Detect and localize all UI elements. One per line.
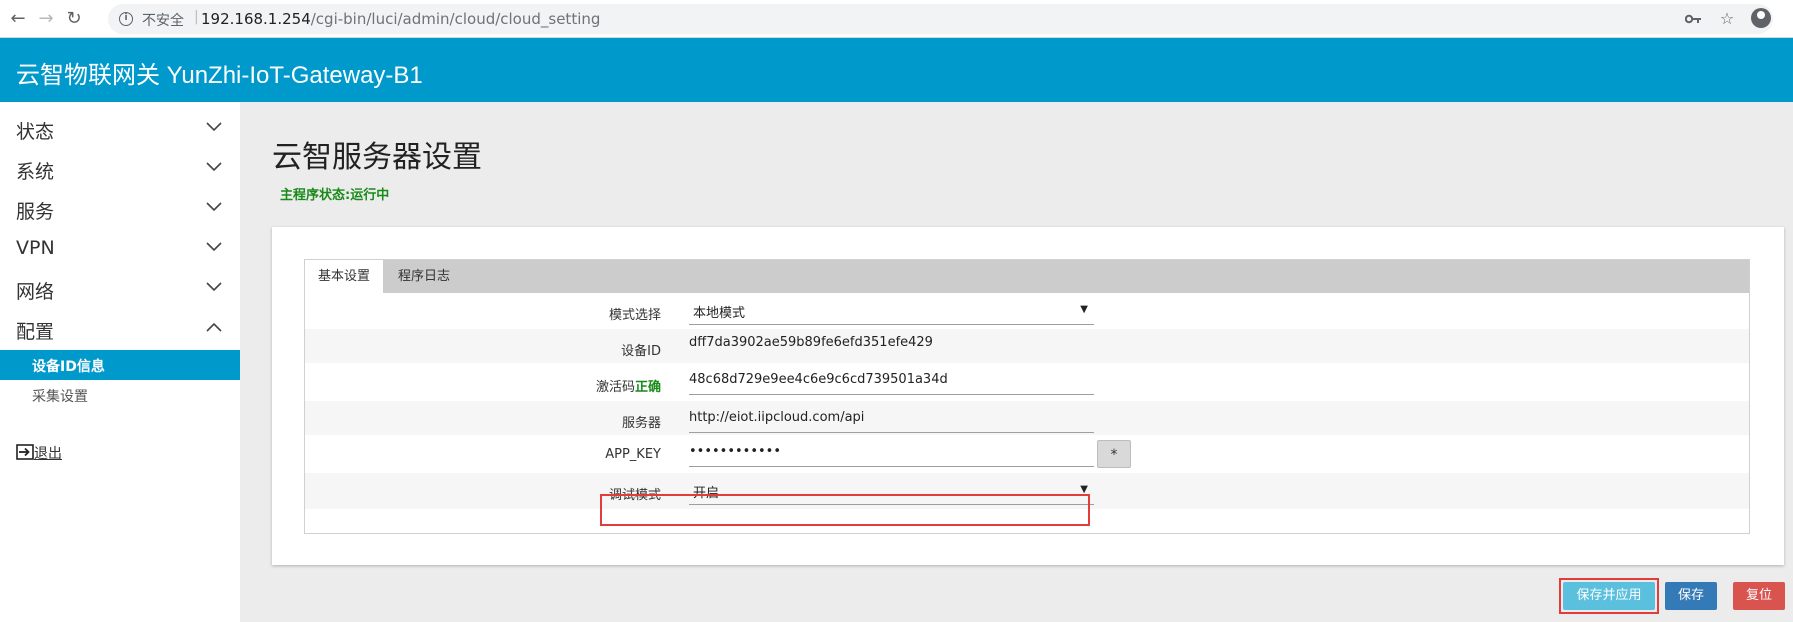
url-separator: | [194,9,199,25]
sidebar-subitem-device-id[interactable]: 设备ID信息 [0,350,240,380]
row-mode: 模式选择 本地模式 ▼ [305,293,1749,329]
sidebar-item-system[interactable]: 系统 [0,150,240,190]
url-text[interactable]: 192.168.1.254/cgi-bin/luci/admin/cloud/c… [201,10,600,28]
chevron-down-icon [206,242,222,252]
server-input-value: http://eiot.iipcloud.com/api [689,410,865,425]
logout-label: 退出 [34,446,62,462]
row-app-key: APP_KEY •••••••••••• * [305,435,1749,473]
chevron-down-icon [206,162,222,172]
star-icon[interactable]: ☆ [1716,8,1738,30]
server-input[interactable]: http://eiot.iipcloud.com/api [689,405,1094,433]
chevron-down-icon [206,202,222,212]
device-id-label: 设备ID [621,344,661,359]
row-device-id: 设备ID dff7da3902ae59b89fe6efd351efe429 [305,329,1749,363]
reload-icon[interactable]: ↻ [62,7,86,31]
account-icon[interactable] [1751,8,1771,28]
tab-basic-settings[interactable]: 基本设置 [305,260,384,293]
app-header: 云智物联网关 YunZhi-IoT-Gateway-B1 [0,38,1793,102]
tab-container: 基本设置 程序日志 模式选择 本地模式 ▼ 设备ID dff7da3902ae5… [304,259,1750,534]
insecure-label: 不安全 [142,13,184,29]
key-icon[interactable] [1682,8,1704,30]
info-icon[interactable]: i [119,12,133,26]
activation-status: 正确 [634,380,661,395]
sidebar-item-status[interactable]: 状态 [0,110,240,150]
chevron-down-icon [206,282,222,292]
sidebar: 状态 系统 服务 VPN 网络 配置 设备ID信息 采集设置 退出 [0,102,240,622]
sidebar-subitem-collect[interactable]: 采集设置 [0,380,240,410]
device-id-value: dff7da3902ae59b89fe6efd351efe429 [689,335,933,350]
chevron-up-icon [206,322,222,332]
row-activation: 激活码正确 48c68d729e9ee4c6e9c6cd739501a34d [305,363,1749,401]
key-icon-svg [1684,14,1701,24]
mode-select[interactable]: 本地模式 ▼ [689,297,1094,325]
mode-label: 模式选择 [608,308,661,323]
highlight-apply-button [1559,578,1659,614]
url-host: 192.168.1.254 [201,10,311,28]
app-key-input[interactable]: •••••••••••• [689,439,1094,467]
sidebar-item-label: 系统 [16,161,55,183]
sidebar-item-label: 配置 [16,321,55,343]
forward-icon[interactable]: → [34,7,58,31]
save-button[interactable]: 保存 [1665,582,1717,610]
program-status: 主程序状态:运行中 [280,188,390,203]
sidebar-item-config[interactable]: 配置 [0,310,240,350]
back-icon[interactable]: ← [6,7,30,31]
brand-title: 云智物联网关 YunZhi-IoT-Gateway-B1 [16,62,423,89]
highlight-debug-row [600,494,1090,526]
activation-label: 激活码正确 [596,376,661,395]
app-key-input-value: •••••••••••• [689,444,782,459]
page-title: 云智服务器设置 [272,140,482,175]
reset-button[interactable]: 复位 [1733,582,1785,610]
activation-input[interactable]: 48c68d729e9ee4c6e9c6cd739501a34d [689,367,1094,395]
sidebar-subitem-label: 设备ID信息 [32,359,105,375]
tab-bar: 基本设置 程序日志 [305,260,1749,293]
reveal-password-button[interactable]: * [1097,440,1131,468]
sidebar-item-label: 网络 [16,281,55,303]
browser-toolbar: ← → ↻ i 不安全 | 192.168.1.254/cgi-bin/luci… [0,0,1793,38]
row-server: 服务器 http://eiot.iipcloud.com/api [305,401,1749,435]
server-label: 服务器 [621,416,661,431]
activation-label-text: 激活码 [595,380,635,395]
app-key-label: APP_KEY [605,447,661,462]
chevron-down-icon [206,122,222,132]
sidebar-item-vpn[interactable]: VPN [0,230,240,270]
sidebar-item-label: 状态 [16,121,55,143]
mode-select-value: 本地模式 [693,306,746,321]
sidebar-item-label: VPN [16,237,55,259]
url-path: /cgi-bin/luci/admin/cloud/cloud_setting [310,10,601,28]
sidebar-item-services[interactable]: 服务 [0,190,240,230]
sidebar-item-label: 服务 [16,201,55,223]
address-bar[interactable]: i 不安全 | 192.168.1.254/cgi-bin/luci/admin… [108,4,1773,34]
logout-icon [16,444,34,460]
dropdown-arrow-icon: ▼ [1080,304,1088,315]
sidebar-item-network[interactable]: 网络 [0,270,240,310]
tab-program-log[interactable]: 程序日志 [385,260,463,293]
sidebar-subitem-label: 采集设置 [32,389,88,405]
activation-input-value: 48c68d729e9ee4c6e9c6cd739501a34d [689,372,948,387]
